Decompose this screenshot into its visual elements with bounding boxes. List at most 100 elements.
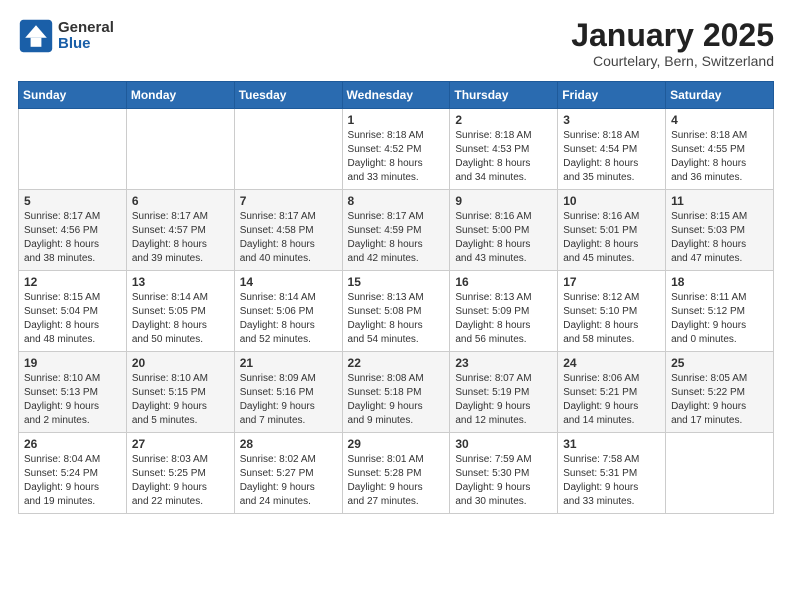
table-row: 1 Sunrise: 8:18 AMSunset: 4:52 PMDaylight… <box>342 109 450 190</box>
col-sunday: Sunday <box>19 82 127 109</box>
table-row: 7Sunrise: 8:17 AMSunset: 4:58 PMDaylight… <box>234 190 342 271</box>
day-info: Sunrise: 8:13 AMSunset: 5:09 PMDaylight:… <box>455 291 552 347</box>
table-row: 4 Sunrise: 8:18 AMSunset: 4:55 PMDaylight… <box>666 109 774 190</box>
col-tuesday: Tuesday <box>234 82 342 109</box>
day-info: Sunrise: 8:17 AMSunset: 4:56 PMDaylight:… <box>24 210 121 266</box>
day-info: Sunrise: 8:15 AMSunset: 5:03 PMDaylight:… <box>671 210 768 266</box>
day-info: Sunrise: 8:04 AMSunset: 5:24 PMDaylight:… <box>24 453 121 509</box>
day-info: Sunrise: 8:06 AMSunset: 5:21 PMDaylight:… <box>563 372 660 428</box>
table-row: 25 Sunrise: 8:05 AMSunset: 5:22 PMDayligh… <box>666 352 774 433</box>
table-row: 2 Sunrise: 8:18 AMSunset: 4:53 PMDaylight… <box>450 109 558 190</box>
calendar-table: Sunday Monday Tuesday Wednesday Thursday… <box>18 81 774 514</box>
day-info: Sunrise: 8:02 AMSunset: 5:27 PMDaylight:… <box>240 453 337 509</box>
day-number: 17 <box>563 275 660 289</box>
day-number: 21 <box>240 356 337 370</box>
day-number: 20 <box>132 356 229 370</box>
day-info: Sunrise: 8:15 AMSunset: 5:04 PMDaylight:… <box>24 291 121 347</box>
table-row: 3 Sunrise: 8:18 AMSunset: 4:54 PMDaylight… <box>558 109 666 190</box>
day-number: 7 <box>240 194 337 208</box>
table-row <box>126 109 234 190</box>
day-number: 18 <box>671 275 768 289</box>
day-number: 2 <box>455 113 552 127</box>
day-info: Sunrise: 8:14 AMSunset: 5:05 PMDaylight:… <box>132 291 229 347</box>
day-info: Sunrise: 8:18 AMSunset: 4:52 PMDaylight:… <box>348 129 445 185</box>
table-row: 14 Sunrise: 8:14 AMSunset: 5:06 PMDayligh… <box>234 271 342 352</box>
table-row: 20 Sunrise: 8:10 AMSunset: 5:15 PMDayligh… <box>126 352 234 433</box>
day-number: 23 <box>455 356 552 370</box>
table-row: 8 Sunrise: 8:17 AMSunset: 4:59 PMDaylight… <box>342 190 450 271</box>
day-number: 27 <box>132 437 229 451</box>
table-row: 28 Sunrise: 8:02 AMSunset: 5:27 PMDayligh… <box>234 433 342 514</box>
day-number: 28 <box>240 437 337 451</box>
calendar-week-row: 12 Sunrise: 8:15 AMSunset: 5:04 PMDayligh… <box>19 271 774 352</box>
table-row: 26 Sunrise: 8:04 AMSunset: 5:24 PMDayligh… <box>19 433 127 514</box>
day-info: Sunrise: 8:09 AMSunset: 5:16 PMDaylight:… <box>240 372 337 428</box>
logo-general: General <box>58 20 114 37</box>
day-number: 13 <box>132 275 229 289</box>
day-info: Sunrise: 8:16 AMSunset: 5:00 PMDaylight:… <box>455 210 552 266</box>
day-info: Sunrise: 7:59 AMSunset: 5:30 PMDaylight:… <box>455 453 552 509</box>
logo-blue: Blue <box>58 36 114 53</box>
header: General Blue January 2025 Courtelary, Be… <box>18 18 774 69</box>
table-row <box>666 433 774 514</box>
day-info: Sunrise: 8:14 AMSunset: 5:06 PMDaylight:… <box>240 291 337 347</box>
day-number: 3 <box>563 113 660 127</box>
day-number: 10 <box>563 194 660 208</box>
day-info: Sunrise: 8:18 AMSunset: 4:53 PMDaylight:… <box>455 129 552 185</box>
table-row: 12 Sunrise: 8:15 AMSunset: 5:04 PMDayligh… <box>19 271 127 352</box>
table-row: 17 Sunrise: 8:12 AMSunset: 5:10 PMDayligh… <box>558 271 666 352</box>
day-number: 4 <box>671 113 768 127</box>
day-number: 30 <box>455 437 552 451</box>
table-row: 10 Sunrise: 8:16 AMSunset: 5:01 PMDayligh… <box>558 190 666 271</box>
month-title: January 2025 <box>571 18 774 53</box>
day-number: 6 <box>132 194 229 208</box>
col-monday: Monday <box>126 82 234 109</box>
location: Courtelary, Bern, Switzerland <box>571 53 774 69</box>
day-info: Sunrise: 8:18 AMSunset: 4:54 PMDaylight:… <box>563 129 660 185</box>
logo-text: General Blue <box>58 20 114 53</box>
col-saturday: Saturday <box>666 82 774 109</box>
day-info: Sunrise: 8:05 AMSunset: 5:22 PMDaylight:… <box>671 372 768 428</box>
table-row <box>19 109 127 190</box>
day-number: 29 <box>348 437 445 451</box>
day-number: 1 <box>348 113 445 127</box>
table-row: 6Sunrise: 8:17 AMSunset: 4:57 PMDaylight… <box>126 190 234 271</box>
day-number: 12 <box>24 275 121 289</box>
table-row: 31 Sunrise: 7:58 AMSunset: 5:31 PMDayligh… <box>558 433 666 514</box>
table-row: 30 Sunrise: 7:59 AMSunset: 5:30 PMDayligh… <box>450 433 558 514</box>
logo-icon <box>18 18 54 54</box>
day-info: Sunrise: 8:11 AMSunset: 5:12 PMDaylight:… <box>671 291 768 347</box>
day-number: 26 <box>24 437 121 451</box>
table-row: 27 Sunrise: 8:03 AMSunset: 5:25 PMDayligh… <box>126 433 234 514</box>
day-number: 5 <box>24 194 121 208</box>
day-info: Sunrise: 8:03 AMSunset: 5:25 PMDaylight:… <box>132 453 229 509</box>
day-info: Sunrise: 8:01 AMSunset: 5:28 PMDaylight:… <box>348 453 445 509</box>
day-number: 19 <box>24 356 121 370</box>
day-info: Sunrise: 8:10 AMSunset: 5:15 PMDaylight:… <box>132 372 229 428</box>
day-number: 14 <box>240 275 337 289</box>
day-info: Sunrise: 8:12 AMSunset: 5:10 PMDaylight:… <box>563 291 660 347</box>
day-info: Sunrise: 8:17 AMSunset: 4:59 PMDaylight:… <box>348 210 445 266</box>
day-number: 25 <box>671 356 768 370</box>
day-info: Sunrise: 7:58 AMSunset: 5:31 PMDaylight:… <box>563 453 660 509</box>
day-number: 11 <box>671 194 768 208</box>
col-friday: Friday <box>558 82 666 109</box>
table-row: 18 Sunrise: 8:11 AMSunset: 5:12 PMDayligh… <box>666 271 774 352</box>
table-row: 29 Sunrise: 8:01 AMSunset: 5:28 PMDayligh… <box>342 433 450 514</box>
day-info: Sunrise: 8:16 AMSunset: 5:01 PMDaylight:… <box>563 210 660 266</box>
table-row: 13 Sunrise: 8:14 AMSunset: 5:05 PMDayligh… <box>126 271 234 352</box>
day-number: 31 <box>563 437 660 451</box>
calendar-week-row: 5 Sunrise: 8:17 AMSunset: 4:56 PMDaylight… <box>19 190 774 271</box>
day-number: 9 <box>455 194 552 208</box>
col-thursday: Thursday <box>450 82 558 109</box>
calendar-week-row: 19Sunrise: 8:10 AMSunset: 5:13 PMDayligh… <box>19 352 774 433</box>
table-row: 9 Sunrise: 8:16 AMSunset: 5:00 PMDaylight… <box>450 190 558 271</box>
day-number: 24 <box>563 356 660 370</box>
day-number: 8 <box>348 194 445 208</box>
day-info: Sunrise: 8:08 AMSunset: 5:18 PMDaylight:… <box>348 372 445 428</box>
table-row: 15Sunrise: 8:13 AMSunset: 5:08 PMDayligh… <box>342 271 450 352</box>
table-row: 19Sunrise: 8:10 AMSunset: 5:13 PMDayligh… <box>19 352 127 433</box>
logo: General Blue <box>18 18 114 54</box>
day-info: Sunrise: 8:18 AMSunset: 4:55 PMDaylight:… <box>671 129 768 185</box>
day-number: 16 <box>455 275 552 289</box>
